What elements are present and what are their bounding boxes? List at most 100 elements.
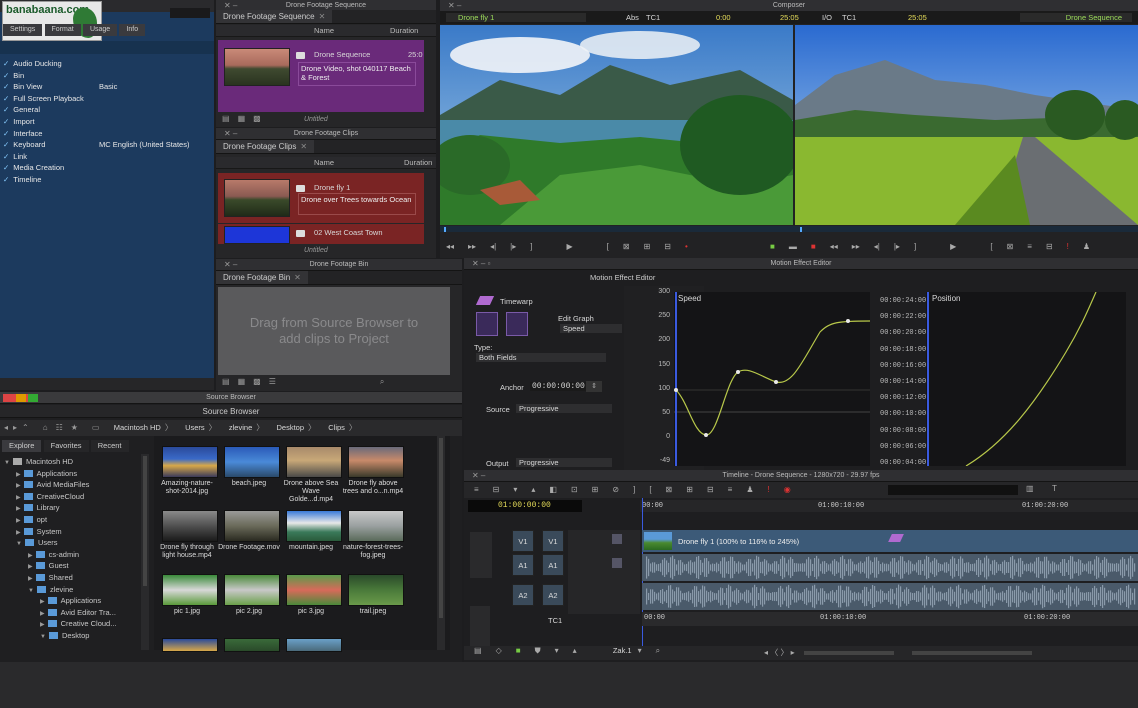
tab-usage[interactable]: Usage (82, 24, 118, 36)
trim-icon[interactable]: ⊟ (1046, 242, 1053, 251)
tab-settings[interactable]: Settings (3, 24, 43, 36)
rewind-icon[interactable]: ◂◂ (446, 242, 454, 251)
record-marker-icon[interactable]: • (685, 242, 688, 251)
mute-icon[interactable] (612, 534, 622, 544)
footage-bin-dropzone[interactable]: Drag from Source Browser to add clips to… (218, 287, 450, 375)
rewind-icon[interactable]: ◂◂ (830, 242, 838, 251)
disclosure-closed-icon[interactable]: ▶ (28, 564, 33, 570)
mark-in-icon[interactable]: [ (607, 242, 609, 251)
list-view-icon[interactable]: ▤ (222, 377, 230, 386)
tab-favorites[interactable]: Favorites (43, 440, 89, 452)
script-view-icon[interactable]: ☰ (269, 377, 276, 386)
home-icon[interactable]: ⌂ (43, 423, 48, 432)
speed-graph-thumb[interactable] (476, 312, 498, 336)
splice-in-icon[interactable]: ⊞ (644, 242, 651, 251)
lift-icon[interactable]: ⊡ (571, 485, 578, 494)
favorite-star-icon[interactable]: ★ (71, 423, 78, 432)
disclosure-open-icon[interactable]: ▼ (28, 588, 34, 594)
source-monitor[interactable] (440, 25, 793, 225)
source-track-a1[interactable]: A1 (512, 554, 534, 576)
zoom-slider[interactable] (912, 651, 1032, 655)
file-thumbnail[interactable] (286, 638, 342, 652)
file-thumbnail[interactable] (348, 574, 404, 606)
position-graph[interactable] (926, 292, 1126, 466)
timecode-display[interactable]: 01:00:00:00 (468, 500, 582, 512)
file-thumbnail[interactable] (286, 446, 342, 478)
green-square-icon[interactable]: ■ (516, 646, 521, 655)
record-track-a2[interactable]: A2 (542, 584, 564, 606)
mark-in-icon[interactable]: [ (649, 485, 651, 494)
mark-out-icon[interactable]: ] (914, 242, 916, 251)
grid-toggle-icon[interactable]: ▥ (1026, 484, 1034, 493)
anchor-stepper[interactable]: ⇕ (586, 381, 602, 392)
tree-item[interactable]: ▼ Desktop (4, 630, 140, 642)
record-icon[interactable]: ◉ (784, 485, 791, 494)
segment-icon[interactable]: ◧ (549, 485, 557, 494)
track-patch-v1[interactable] (470, 532, 492, 578)
zoom-dropdown-icon[interactable]: ▾ (638, 646, 642, 655)
disclosure-closed-icon[interactable]: ▶ (28, 553, 33, 559)
tree-item[interactable]: ▶ Avid MediaFiles (4, 479, 140, 491)
down-arrow-icon[interactable]: ▾ (513, 485, 517, 494)
step-forward-icon[interactable]: |▸ (894, 242, 900, 251)
source-select[interactable]: Progressive (516, 404, 612, 413)
record-monitor[interactable] (795, 25, 1138, 225)
source-track-a2[interactable]: A2 (512, 584, 534, 606)
no-entry-icon[interactable]: ⊘ (612, 485, 619, 494)
file-thumbnail[interactable] (162, 510, 218, 542)
user-icon[interactable]: ♟ (1083, 242, 1090, 251)
arrow-up-icon[interactable]: ▴ (573, 646, 577, 655)
settings-item[interactable]: ✓ Media Creation (3, 162, 209, 174)
disclosure-closed-icon[interactable]: ▶ (40, 622, 45, 628)
zoom-label[interactable]: Zak.1 (613, 646, 632, 655)
disclosure-closed-icon[interactable]: ▶ (40, 611, 45, 617)
settings-item[interactable]: ✓ Full Screen Playback (3, 93, 209, 105)
overwrite-icon[interactable]: ⊟ (664, 242, 671, 251)
step-back-icon[interactable]: ◂| (874, 242, 880, 251)
file-thumbnail[interactable] (348, 446, 404, 478)
file-thumbnail[interactable] (224, 638, 280, 652)
record-sequence-name[interactable]: Drone Sequence (1020, 13, 1132, 22)
mark-out-icon[interactable]: ] (530, 242, 532, 251)
clip-item-2[interactable]: 02 West Coast Town (218, 224, 424, 244)
toolbar-menu-icon[interactable]: ≡ (474, 482, 479, 498)
sync-icon[interactable]: ≡ (1027, 242, 1032, 251)
keyframe-point[interactable] (736, 370, 740, 374)
grid-scrollbar[interactable] (437, 436, 445, 650)
search-icon[interactable]: ⌕ (656, 646, 660, 656)
tab-recent[interactable]: Recent (90, 440, 129, 452)
motion-effect-icon[interactable] (888, 534, 904, 542)
disclosure-open-icon[interactable]: ▼ (4, 460, 10, 466)
settings-item[interactable]: ✓ General (3, 104, 209, 116)
tree-item[interactable]: ▶ CreativeCloud (4, 491, 140, 503)
output-select[interactable]: Progressive (516, 458, 612, 467)
text-tool-icon[interactable]: T (1052, 484, 1057, 493)
keyframe-point[interactable] (704, 433, 708, 437)
timeline-ruler[interactable]: 00:00 01:00:10:00 01:00:20:00 (640, 500, 1138, 512)
video-clip[interactable]: Drone fly 1 (100% to 116% to 245%) (642, 530, 1138, 552)
play-icon[interactable]: ▶ (950, 242, 956, 251)
source-clip-name[interactable]: Drone fly 1 (446, 13, 586, 22)
path-segment-zlevine[interactable]: zlevine (229, 423, 252, 432)
tab-drone-footage-sequence[interactable]: Drone Footage Sequence ✕ (216, 10, 333, 23)
shield-icon[interactable]: ⛊ (535, 646, 541, 656)
disclosure-closed-icon[interactable]: ▶ (40, 599, 45, 605)
grid-view-icon[interactable]: ▩ (253, 114, 261, 123)
tab-source-browser[interactable]: Source Browser (195, 405, 267, 417)
list-icon[interactable]: ☷ (56, 423, 63, 432)
disclosure-closed-icon[interactable]: ▶ (16, 472, 21, 478)
marker-icon[interactable]: ◇ (496, 646, 502, 655)
position-graph-thumb[interactable] (506, 312, 528, 336)
tree-item[interactable]: ▶ Shared (4, 572, 140, 584)
settings-item[interactable]: ✓ Timeline (3, 174, 209, 186)
tree-item[interactable]: ▶ Avid Editor Tra... (4, 607, 140, 619)
step-forward-icon[interactable]: |▸ (510, 242, 516, 251)
file-thumbnail[interactable] (162, 638, 218, 652)
tree-item[interactable]: ▶ opt (4, 514, 140, 526)
keyframe-point[interactable] (846, 319, 850, 323)
file-thumbnail[interactable] (224, 574, 280, 606)
tree-item[interactable]: ▶ Library (4, 502, 140, 514)
up-icon[interactable]: ⌃ (22, 423, 29, 432)
splice-icon[interactable]: ⊞ (686, 485, 693, 494)
tree-item[interactable]: ▼ Users (4, 537, 140, 549)
